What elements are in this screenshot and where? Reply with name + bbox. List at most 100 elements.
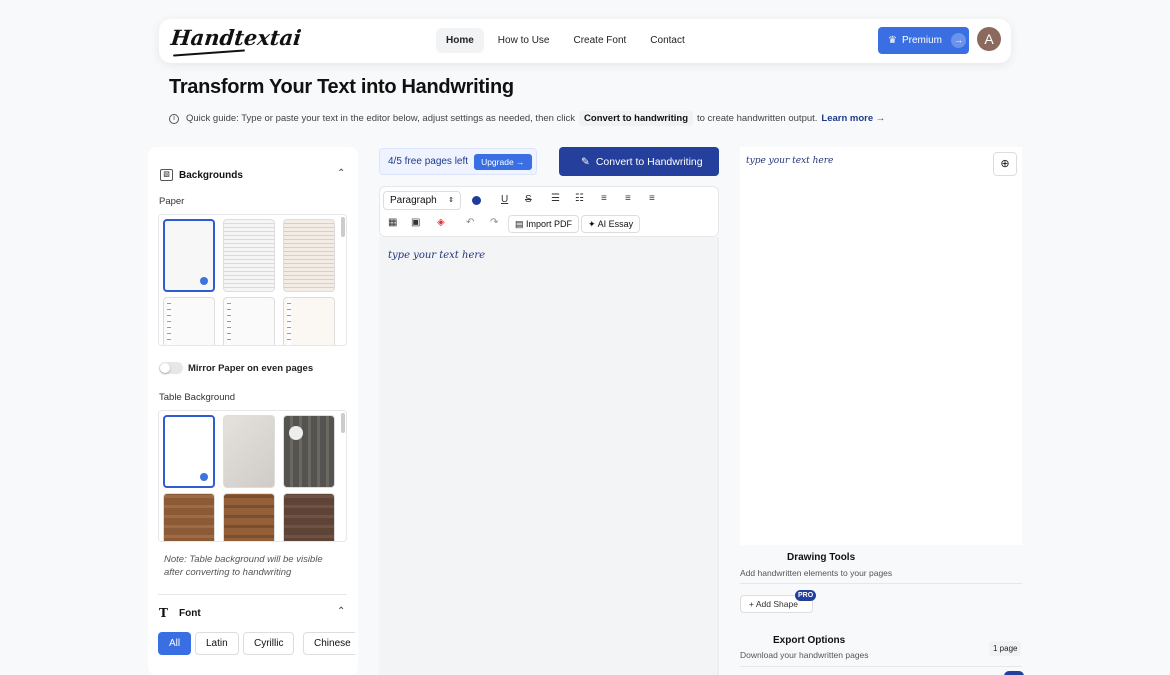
preview-text: type your text here [746,156,834,166]
calculator-icon[interactable]: ▣ [411,217,420,228]
selected-dot [200,473,208,481]
export-toggle[interactable] [1004,671,1024,675]
table-bg-desk[interactable]: 🔒︎ [283,493,335,541]
strikethrough-icon[interactable]: S [525,194,532,205]
free-pages-text: 4/5 free pages left [388,156,469,167]
font-title: Font [179,608,201,619]
page-count-badge: 1 page [989,641,1022,656]
paper-label: Paper [159,196,185,207]
table-bg-white[interactable] [163,415,215,488]
font-icon: T [159,606,168,620]
text-editor[interactable]: type your text here [379,237,719,675]
premium-button[interactable]: ♛ Premium → [878,27,969,54]
logo-underline [173,49,245,57]
page-title: Transform Your Text into Handwriting [169,76,514,98]
paper-spiral-3[interactable]: 🔒︎ [283,297,335,345]
export-options-subtitle: Download your handwritten pages [740,650,869,660]
logo[interactable]: Handtextai [170,25,303,50]
file-icon: ▤ [515,219,524,229]
table-bg-wood-2[interactable]: 🔒︎ [223,493,275,541]
table-bg-wood[interactable]: 🔒︎ [163,493,215,541]
guide-text-end: to create handwritten output. [697,113,818,124]
nav-create-font[interactable]: Create Font [563,28,636,53]
sparkle-icon: ✦ [588,219,596,229]
font-filter-cyrillic[interactable]: Cyrillic [243,632,295,655]
paragraph-label: Paragraph [390,195,437,206]
nav-how-to-use[interactable]: How to Use [488,28,560,53]
top-navbar: Handtextai Home How to Use Create Font C… [159,19,1011,63]
divider [158,594,347,595]
free-pages-banner: 4/5 free pages left Upgrade → [379,148,537,175]
upgrade-button[interactable]: Upgrade → [474,153,532,170]
mirror-label: Mirror Paper on even pages [188,363,314,374]
text-color-swatch[interactable] [472,196,481,205]
editor-toolbar: Paragraph ⇕ U S ☰ ☷ ≡ ≡ ≡ ▦ ▣ ◈ ↶ ↷ ▤ Im… [379,186,719,237]
paper-spiral-2[interactable]: 🔒︎ [223,297,275,345]
table-bg-dark-wood[interactable] [283,415,335,488]
add-shape-label: Add Shape [755,599,798,609]
chevron-up-icon[interactable]: ⌃ [337,168,345,179]
font-filter-chinese[interactable]: Chinese [303,632,355,655]
settings-panel: ▧ Backgrounds ⌃ Paper 🔒︎ 🔒︎ 🔒︎ Mirror Pa… [148,147,358,675]
align-center-icon[interactable]: ≡ [625,193,631,204]
scrollbar[interactable] [341,413,345,433]
font-filter-latin[interactable]: Latin [195,632,239,655]
pro-badge: PRO [795,590,817,601]
nav-contact[interactable]: Contact [640,28,694,53]
image-icon: ▧ [160,169,173,181]
divider [740,666,1022,667]
table-bg-grid: 🔒︎ 🔒︎ 🔒︎ [158,410,347,542]
premium-label: Premium [901,35,942,46]
table-icon[interactable]: ▦ [388,217,397,228]
scrollbar[interactable] [341,217,345,237]
plus-icon: + [749,599,754,609]
learn-more-link[interactable]: Learn more → [821,113,885,124]
backgrounds-title: Backgrounds [179,170,243,181]
drawing-tools-title: Drawing Tools [787,552,856,563]
chevron-updown-icon: ⇕ [448,197,454,204]
table-bg-label: Table Background [159,392,236,403]
selected-dot [200,277,208,285]
pen-icon: ✎ [581,155,590,168]
undo-icon[interactable]: ↶ [466,217,474,228]
mirror-toggle[interactable] [159,362,183,374]
paper-grid: 🔒︎ 🔒︎ 🔒︎ [158,214,347,346]
drawing-tools-subtitle: Add handwritten elements to your pages [740,568,893,578]
table-bg-paper[interactable] [223,415,275,488]
align-left-icon[interactable]: ≡ [601,193,607,204]
convert-button[interactable]: ✎ Convert to Handwriting [559,147,719,176]
paper-spiral[interactable]: 🔒︎ [163,297,215,345]
align-right-icon[interactable]: ≡ [649,193,655,204]
info-icon: i [169,113,179,124]
paper-lined[interactable] [223,219,275,292]
eraser-icon[interactable]: ◈ [437,217,445,228]
import-pdf-label: Import PDF [526,219,573,229]
ai-essay-button[interactable]: ✦ AI Essay [581,215,641,233]
convert-label: Convert to Handwriting [595,155,703,168]
paper-lined-beige[interactable] [283,219,335,292]
paper-plain[interactable] [163,219,215,292]
export-options-title: Export Options [773,635,846,646]
divider [740,583,1022,584]
chevron-up-icon[interactable]: ⌃ [337,606,345,617]
guide-chip: Convert to handwriting [579,111,693,126]
paragraph-select[interactable]: Paragraph ⇕ [383,191,461,210]
handwriting-preview: type your text here [740,147,1022,545]
avatar[interactable]: A [977,27,1001,51]
import-pdf-button[interactable]: ▤ Import PDF [508,215,580,233]
table-bg-note: Note: Table background will be visible a… [164,554,323,578]
ai-essay-label: AI Essay [597,219,634,229]
redo-icon[interactable]: ↷ [490,217,498,228]
nav-home[interactable]: Home [436,28,484,53]
arrow-right-icon: → [950,33,966,48]
zoom-in-icon[interactable]: ⊕ [993,152,1017,176]
quick-guide: i Quick guide: Type or paste your text i… [169,111,885,126]
bullet-list-icon[interactable]: ☰ [551,193,560,204]
cup-shape [289,426,303,440]
underline-icon[interactable]: U [501,194,508,205]
numbered-list-icon[interactable]: ☷ [575,193,584,204]
font-filter-all[interactable]: All [158,632,192,655]
editor-placeholder: type your text here [388,250,486,261]
crown-icon: ♛ [888,35,897,46]
main-menu: Home How to Use Create Font Contact [436,28,695,53]
